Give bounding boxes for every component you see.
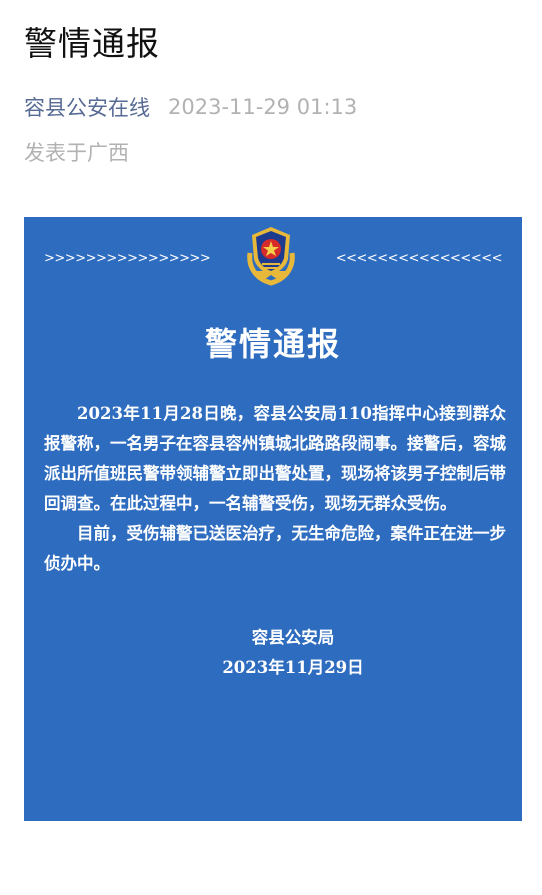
article-meta: 容县公安在线 2023-11-29 01:13	[24, 90, 357, 124]
publish-time: 2023-11-29 01:13	[168, 95, 358, 119]
publish-location: 发表于广西	[24, 141, 129, 165]
decorative-arrows-left: >>>>>>>>>>>>>>>>	[44, 251, 211, 266]
notice-title: 警情通报	[204, 325, 341, 363]
signature-organization: 容县公安局	[251, 628, 335, 647]
notice-image[interactable]: >>>>>>>>>>>>>>>> <<<<<<<<<<<<<<<< 警情通报 2…	[24, 217, 522, 821]
notice-paragraph-1: 2023年11月28日晚，容县公安局110指挥中心接到群众报警称，一名男子在容县…	[44, 404, 506, 513]
decorative-arrows-right: <<<<<<<<<<<<<<<<	[335, 251, 503, 266]
notice-signature: 容县公安局 2023年11月29日	[24, 623, 522, 683]
account-name-link[interactable]: 容县公安在线	[24, 92, 150, 122]
notice-paragraph-2: 目前，受伤辅警已送医治疗，无生命危险，案件正在进一步侦办中。	[44, 524, 506, 573]
police-emblem-icon	[247, 227, 295, 286]
page-title: 警情通报	[24, 24, 160, 63]
notice-body: 2023年11月28日晚，容县公安局110指挥中心接到群众报警称，一名男子在容县…	[44, 399, 506, 579]
signature-date: 2023年11月29日	[222, 658, 364, 677]
